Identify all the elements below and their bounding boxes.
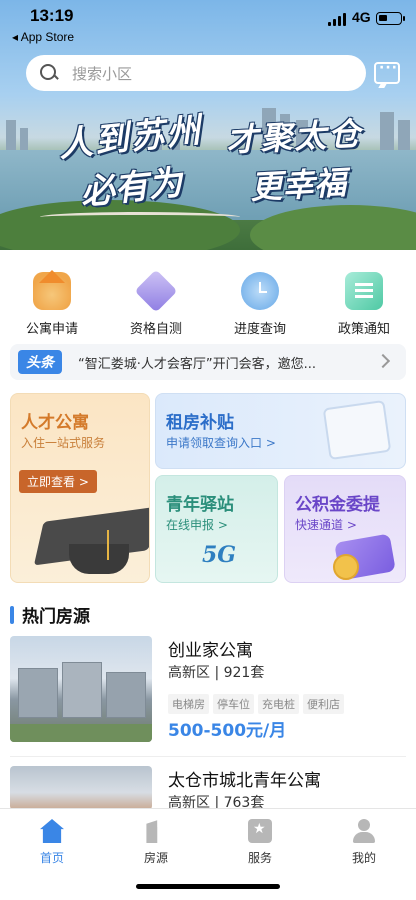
section-title: 热门房源: [22, 607, 90, 627]
signal-icon: [328, 12, 346, 26]
slogan-right-line2: 更幸福: [249, 163, 348, 207]
card-subtitle: 申请领取查询入口 >: [166, 436, 276, 450]
quick-link-label: 政策通知: [337, 322, 390, 337]
card-title: 租房补贴: [166, 413, 234, 433]
listing-photo: [10, 766, 152, 810]
search-icon: [40, 64, 58, 82]
search-placeholder: 搜索小区: [72, 64, 133, 83]
view-now-button[interactable]: 立即查看 >: [19, 470, 97, 493]
card-subtitle: 入住一站式服务: [21, 436, 106, 450]
listing-item[interactable]: 太仓市城北青年公寓 高新区 | 763套: [10, 766, 406, 810]
quick-link-apartment-apply[interactable]: 公寓申请: [0, 270, 104, 342]
network-type: 4G: [352, 9, 371, 25]
slogan-right-line1: 才聚太仓: [225, 114, 364, 160]
listing-item[interactable]: 创业家公寓 高新区 | 921套 电梯房 停车位 充电桩 便利店 500-500…: [10, 636, 406, 744]
home-icon: [40, 819, 64, 843]
tab-label: 房源: [143, 851, 168, 865]
tab-home[interactable]: 首页: [0, 809, 104, 900]
card-title: 青年驿站: [166, 495, 234, 515]
form-icon: [322, 399, 392, 461]
listing-photo: [10, 636, 152, 742]
provident-fund-card[interactable]: 公积金委提 快速通道 >: [284, 475, 406, 583]
headline-bar[interactable]: 头条 “智汇娄城·人才会客厅”开门会客，邀您...: [10, 344, 406, 380]
status-bar: 13:19 ◂ App Store 4G: [0, 0, 416, 50]
card-title: 公积金委提: [295, 495, 380, 515]
document-icon: [345, 272, 383, 310]
listing-tag: 电梯房: [168, 694, 209, 714]
back-to-app-store[interactable]: ◂ App Store: [12, 30, 74, 44]
pen-icon: [134, 269, 178, 313]
apartment-icon: [33, 270, 71, 310]
tab-label: 首页: [39, 851, 64, 865]
headline-tag: 头条: [18, 350, 62, 374]
quick-link-eligibility-test[interactable]: 资格自测: [104, 269, 208, 342]
station-logo: 5G: [202, 542, 237, 568]
listing-name: 太仓市城北青年公寓: [168, 771, 321, 791]
battery-icon: [376, 12, 405, 25]
youth-station-card[interactable]: 青年驿站 在线申报 > 5G: [155, 475, 278, 583]
tab-label: 服务: [247, 851, 272, 865]
bridge: [40, 212, 240, 222]
talent-apartment-card[interactable]: 人才公寓 入住一站式服务 立即查看 >: [10, 393, 150, 583]
listing-meta: 高新区 | 921套: [168, 665, 265, 681]
clock-icon: [241, 272, 279, 310]
tab-label: 我的: [351, 851, 376, 865]
status-time: 13:19: [30, 6, 74, 25]
quick-link-progress-query[interactable]: 进度查询: [208, 272, 312, 342]
divider: [10, 756, 406, 757]
rent-subsidy-card[interactable]: 租房补贴 申请领取查询入口 >: [155, 393, 406, 469]
listing-price: 500-500元/月: [168, 721, 287, 741]
listing-tag: 停车位: [213, 694, 254, 714]
card-subtitle: 快速通道 >: [295, 518, 357, 532]
headline-text: “智汇娄城·人才会客厅”开门会客，邀您...: [78, 356, 316, 372]
listing-name: 创业家公寓: [168, 641, 253, 661]
quick-link-label: 资格自测: [129, 322, 182, 337]
hot-listings-header: 热门房源: [10, 602, 90, 627]
listing-tag: 便利店: [303, 694, 344, 714]
tab-me[interactable]: 我的: [312, 809, 416, 900]
coin-icon: [333, 554, 359, 580]
card-subtitle: 在线申报 >: [166, 518, 228, 532]
quick-link-label: 公寓申请: [25, 322, 78, 337]
home-indicator[interactable]: [136, 884, 280, 889]
card-title: 人才公寓: [21, 413, 89, 433]
user-icon: [352, 819, 376, 843]
chevron-right-icon: [375, 353, 391, 369]
quick-links: 公寓申请 资格自测 进度查询 政策通知: [0, 269, 416, 342]
building-icon: [146, 820, 158, 843]
star-service-icon: [248, 819, 272, 843]
quick-link-policy-notice[interactable]: 政策通知: [312, 272, 416, 342]
search-input[interactable]: 搜索小区: [26, 55, 366, 91]
listing-tags: 电梯房 停车位 充电桩 便利店: [168, 694, 344, 714]
message-icon[interactable]: [374, 60, 400, 84]
listing-tag: 充电桩: [258, 694, 299, 714]
quick-link-label: 进度查询: [233, 322, 286, 337]
